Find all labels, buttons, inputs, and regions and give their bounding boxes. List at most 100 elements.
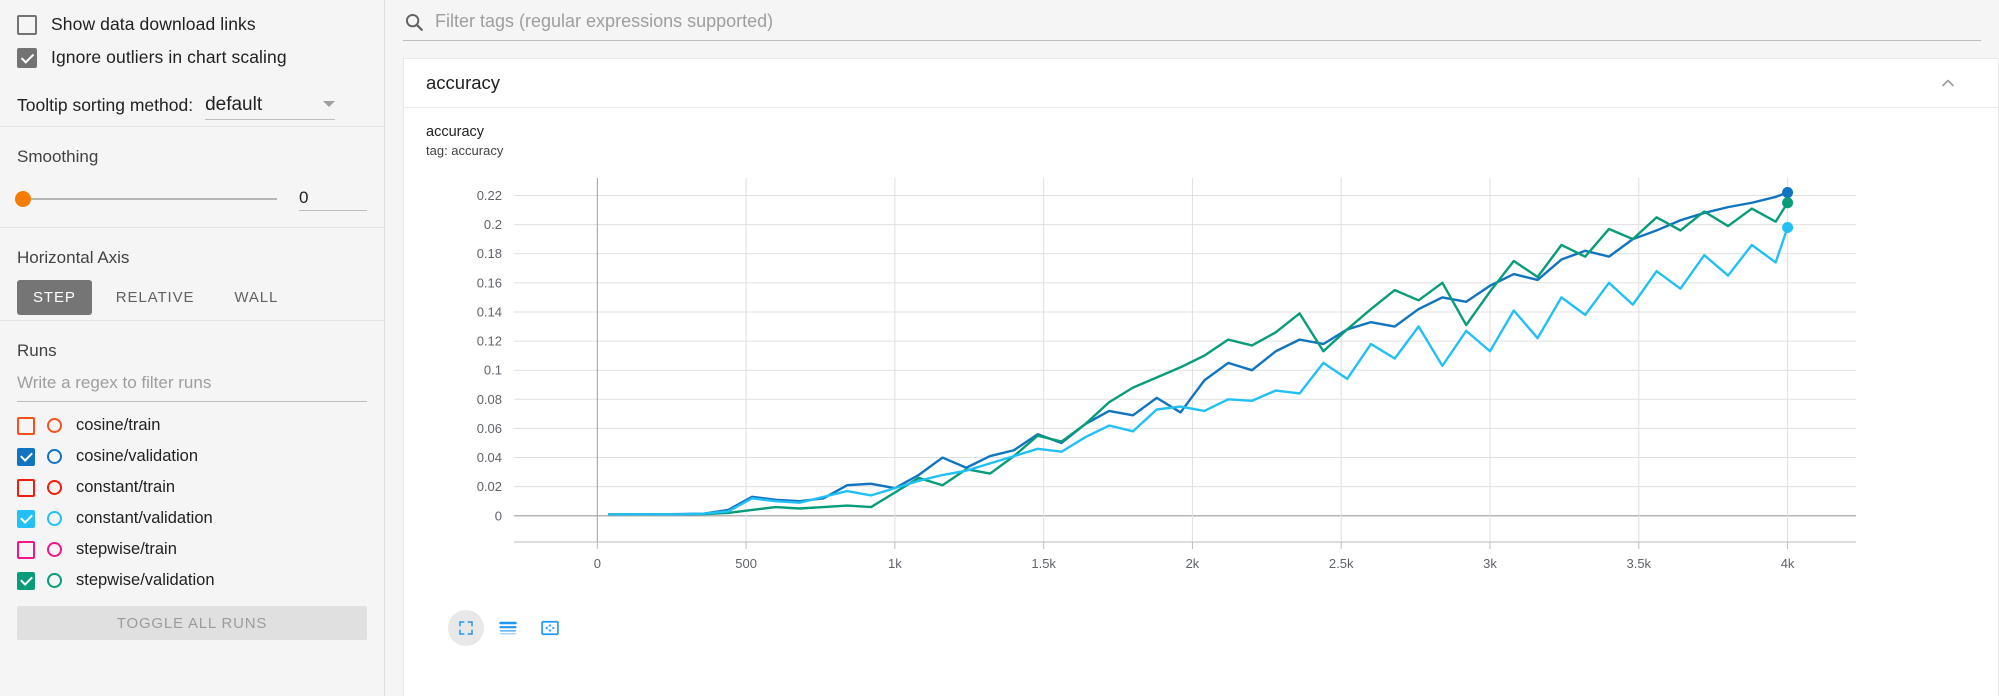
x-tick-label: 2k	[1186, 556, 1200, 571]
run-color-circle-icon[interactable]	[47, 480, 62, 495]
run-label: stepwise/train	[76, 540, 177, 559]
tab-wall[interactable]: WALL	[218, 280, 294, 315]
checkbox-show-data-download-links[interactable]: Show data download links	[17, 8, 367, 41]
chart-subtitle: tag: accuracy	[426, 143, 1998, 158]
run-label: stepwise/validation	[76, 571, 215, 590]
runs-title: Runs	[17, 321, 367, 365]
run-color-circle-icon[interactable]	[47, 449, 62, 464]
run-color-circle-icon[interactable]	[47, 573, 62, 588]
y-tick-label: 0.1	[484, 363, 502, 378]
runs-filter-input[interactable]	[17, 365, 367, 402]
display-options-section: Show data download links Ignore outliers…	[0, 8, 384, 126]
plot-wrapper[interactable]: 0 0.02 0.04 0.06 0.08 0.1 0.12 0.14 0.16 0.18 0.2 0…	[426, 170, 1998, 600]
x-tick-label: 3k	[1483, 556, 1497, 571]
tab-relative[interactable]: RELATIVE	[100, 280, 211, 315]
main-panel: accuracy accuracy tag: accuracy 0 0.02 0.0…	[385, 0, 1999, 696]
y-tick-label: 0.06	[477, 421, 502, 436]
smoothing-title: Smoothing	[17, 127, 367, 171]
run-label: constant/validation	[76, 509, 213, 528]
fit-domain-button[interactable]	[532, 610, 568, 646]
settings-sidebar: Show data download links Ignore outliers…	[0, 0, 385, 696]
run-checkbox-icon[interactable]	[17, 572, 35, 590]
run-label: cosine/train	[76, 416, 160, 435]
run-color-circle-icon[interactable]	[47, 418, 62, 433]
smoothing-value: 0	[299, 188, 308, 207]
series-endpoint-constant-validation	[1782, 222, 1793, 233]
y-tick-label: 0.18	[477, 246, 502, 261]
series-line-stepwise-validation	[609, 203, 1787, 515]
tooltip-sorting-select[interactable]: default	[205, 94, 335, 120]
y-tick-label: 0.16	[477, 275, 502, 290]
search-icon	[403, 11, 425, 33]
accuracy-line-chart[interactable]: 0 0.02 0.04 0.06 0.08 0.1 0.12 0.14 0.16 0.18 0.2 0…	[426, 170, 1986, 600]
horizontal-axis-title: Horizontal Axis	[17, 228, 367, 272]
checkbox-label: Show data download links	[51, 14, 256, 35]
chevron-up-icon[interactable]	[1938, 73, 1958, 93]
y-tick-label: 0.02	[477, 479, 502, 494]
run-item[interactable]: constant/train	[17, 472, 367, 503]
y-tick-label: 0.14	[477, 304, 502, 319]
chart-title: accuracy	[426, 124, 1998, 140]
card-header[interactable]: accuracy	[404, 59, 1998, 108]
x-tick-label: 1.5k	[1031, 556, 1056, 571]
smoothing-slider[interactable]	[23, 198, 277, 200]
checkbox-icon[interactable]	[17, 48, 37, 68]
runs-section: Runs cosine/train cosine/validation consta…	[0, 321, 384, 640]
card-title: accuracy	[426, 72, 500, 94]
run-label: cosine/validation	[76, 447, 198, 466]
run-checkbox-icon[interactable]	[17, 417, 35, 435]
tab-step[interactable]: STEP	[17, 280, 92, 315]
horizontal-axis-tabs: STEP RELATIVE WALL	[17, 274, 367, 320]
runs-list: cosine/train cosine/validation constant/tr…	[17, 410, 367, 596]
toggle-all-runs-button[interactable]: TOGGLE ALL RUNS	[17, 606, 367, 640]
chart-toolbar	[426, 600, 1998, 646]
run-checkbox-icon[interactable]	[17, 479, 35, 497]
run-item[interactable]: cosine/train	[17, 410, 367, 441]
smoothing-section: Smoothing 0	[0, 127, 384, 227]
checkbox-icon[interactable]	[17, 15, 37, 35]
expand-chart-button[interactable]	[448, 610, 484, 646]
tag-filter-bar	[403, 10, 1981, 41]
series-endpoint-cosine-validation	[1782, 187, 1793, 198]
accuracy-card: accuracy accuracy tag: accuracy 0 0.02 0.0…	[403, 58, 1999, 696]
y-tick-label: 0.2	[484, 217, 502, 232]
chevron-down-icon	[323, 101, 335, 107]
x-tick-label: 500	[735, 556, 757, 571]
y-tick-label: 0.08	[477, 392, 502, 407]
run-item[interactable]: stepwise/train	[17, 534, 367, 565]
tooltip-sorting-label: Tooltip sorting method:	[17, 95, 193, 120]
run-checkbox-icon[interactable]	[17, 510, 35, 528]
x-tick-label: 2.5k	[1329, 556, 1354, 571]
checkbox-label: Ignore outliers in chart scaling	[51, 47, 287, 68]
x-tick-label: 1k	[888, 556, 902, 571]
smoothing-row: 0	[17, 171, 367, 227]
x-tick-label: 3.5k	[1626, 556, 1651, 571]
run-label: constant/train	[76, 478, 175, 497]
tooltip-sorting-value: default	[205, 94, 262, 116]
horizontal-axis-section: Horizontal Axis STEP RELATIVE WALL	[0, 228, 384, 320]
smoothing-value-field[interactable]: 0	[299, 188, 367, 211]
run-item[interactable]: stepwise/validation	[17, 565, 367, 596]
x-tick-label: 0	[594, 556, 601, 571]
chart-area: accuracy tag: accuracy 0 0.02 0.04 0.06 0.08…	[404, 108, 1998, 646]
data-series-button[interactable]	[490, 610, 526, 646]
run-item[interactable]: constant/validation	[17, 503, 367, 534]
y-tick-label: 0.22	[477, 188, 502, 203]
slider-thumb[interactable]	[15, 191, 31, 207]
series-endpoint-stepwise-validation	[1782, 197, 1793, 208]
run-color-circle-icon[interactable]	[47, 542, 62, 557]
tooltip-sorting-row: Tooltip sorting method: default	[17, 74, 367, 126]
y-tick-label: 0.04	[477, 450, 502, 465]
checkbox-ignore-outliers[interactable]: Ignore outliers in chart scaling	[17, 41, 367, 74]
series-line-cosine-validation	[609, 193, 1787, 515]
y-tick-label: 0	[495, 508, 502, 523]
series-line-constant-validation	[609, 228, 1787, 515]
run-checkbox-icon[interactable]	[17, 448, 35, 466]
x-tick-label: 4k	[1781, 556, 1795, 571]
tensorboard-app: Show data download links Ignore outliers…	[0, 0, 1999, 696]
run-checkbox-icon[interactable]	[17, 541, 35, 559]
tag-filter-input[interactable]	[433, 10, 1981, 33]
y-tick-label: 0.12	[477, 334, 502, 349]
run-item[interactable]: cosine/validation	[17, 441, 367, 472]
run-color-circle-icon[interactable]	[47, 511, 62, 526]
